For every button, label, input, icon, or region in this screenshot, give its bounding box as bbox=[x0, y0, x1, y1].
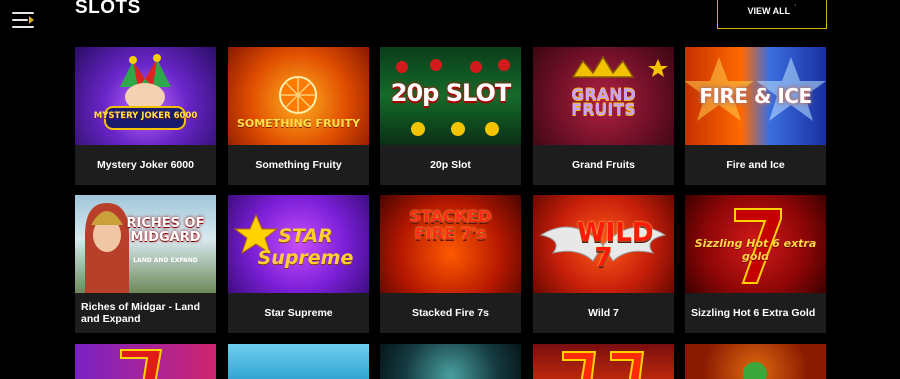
game-thumbnail bbox=[685, 344, 826, 379]
game-tile-wild-7[interactable]: WILD 7 Wild 7 bbox=[533, 195, 674, 333]
game-thumbnail: STACKED FIRE 7's bbox=[380, 195, 521, 293]
game-thumbnail: MYSTERY JOKER 6000 bbox=[75, 47, 216, 145]
game-thumbnail: WILD 7 bbox=[533, 195, 674, 293]
game-logo: WILD 7 bbox=[577, 218, 654, 273]
game-logo: STAR Supreme bbox=[257, 225, 354, 269]
game-thumbnail bbox=[228, 344, 369, 379]
game-title: Grand Fruits bbox=[571, 158, 635, 171]
game-thumbnail bbox=[533, 344, 674, 379]
game-logo: GRAND FRUITS bbox=[571, 85, 636, 120]
game-tile-star-supreme[interactable]: STAR Supreme Star Supreme bbox=[228, 195, 369, 333]
joker-icon bbox=[104, 54, 186, 130]
game-tile-riches-of-midgard[interactable]: RICHES OF MIDGARD LAND AND EXPAND Riches… bbox=[75, 195, 216, 333]
game-tile-20p-slot[interactable]: 20p SLOT 20p Slot bbox=[380, 47, 521, 185]
game-thumbnail: FIRE & ICE bbox=[685, 47, 826, 145]
game-title: Riches of Midgar - Land and Expand bbox=[81, 300, 201, 325]
view-all-mark: ˙ bbox=[794, 4, 797, 12]
game-thumbnail bbox=[75, 344, 216, 379]
fruit-icon bbox=[743, 362, 767, 379]
game-title: Mystery Joker 6000 bbox=[97, 158, 194, 171]
game-tile-partial[interactable] bbox=[380, 344, 521, 379]
game-tile-mystery-joker[interactable]: MYSTERY JOKER 6000 Mystery Joker 6000 bbox=[75, 47, 216, 185]
game-logo-subtitle: LAND AND EXPAND bbox=[133, 257, 198, 264]
view-all-label: VIEW ALL bbox=[747, 6, 791, 16]
game-tile-partial[interactable] bbox=[685, 344, 826, 379]
game-tile-something-fruity[interactable]: SOMETHING FRUITY Something Fruity bbox=[228, 47, 369, 185]
game-tile-partial[interactable] bbox=[75, 344, 216, 379]
sevens-icon bbox=[562, 351, 645, 379]
game-tile-stacked-fire-7s[interactable]: STACKED FIRE 7's Stacked Fire 7s bbox=[380, 195, 521, 333]
game-tile-partial[interactable] bbox=[533, 344, 674, 379]
game-title: Fire and Ice bbox=[726, 158, 785, 171]
game-logo: SOMETHING FRUITY bbox=[236, 117, 361, 130]
game-thumbnail: STAR Supreme bbox=[228, 195, 369, 293]
page-title: SLOTS bbox=[75, 0, 141, 18]
game-logo: FIRE & ICE bbox=[699, 84, 812, 108]
game-thumbnail bbox=[380, 344, 521, 379]
game-tile-grand-fruits[interactable]: GRAND FRUITS Grand Fruits bbox=[533, 47, 674, 185]
game-thumbnail: 20p SLOT bbox=[380, 47, 521, 145]
seven-icon bbox=[120, 349, 163, 379]
game-title: Stacked Fire 7s bbox=[411, 306, 490, 319]
game-title: Wild 7 bbox=[588, 306, 619, 319]
game-logo: Sizzling Hot 6 extra gold bbox=[694, 237, 817, 263]
view-all-button[interactable]: VIEW ALL ˙ bbox=[717, 0, 827, 29]
game-tile-sizzling-hot-6[interactable]: Sizzling Hot 6 extra gold Sizzling Hot 6… bbox=[685, 195, 826, 333]
orange-icon bbox=[279, 76, 317, 114]
game-thumbnail: GRAND FRUITS bbox=[533, 47, 674, 145]
game-tile-partial[interactable] bbox=[228, 344, 369, 379]
menu-icon[interactable] bbox=[12, 12, 34, 30]
game-logo: MYSTERY JOKER 6000 bbox=[93, 111, 198, 121]
game-title: Star Supreme bbox=[264, 306, 333, 319]
game-logo: 20p SLOT bbox=[390, 79, 511, 107]
game-logo: STACKED FIRE 7's bbox=[409, 207, 492, 243]
game-thumbnail: RICHES OF MIDGARD LAND AND EXPAND bbox=[75, 195, 216, 293]
game-thumbnail: SOMETHING FRUITY bbox=[228, 47, 369, 145]
game-title: Something Fruity bbox=[255, 158, 342, 171]
game-thumbnail: Sizzling Hot 6 extra gold bbox=[685, 195, 826, 293]
game-tile-fire-and-ice[interactable]: FIRE & ICE Fire and Ice bbox=[685, 47, 826, 185]
game-logo: RICHES OF MIDGARD bbox=[126, 216, 205, 246]
game-title: Sizzling Hot 6 Extra Gold bbox=[691, 306, 816, 319]
game-title: 20p Slot bbox=[430, 158, 471, 171]
